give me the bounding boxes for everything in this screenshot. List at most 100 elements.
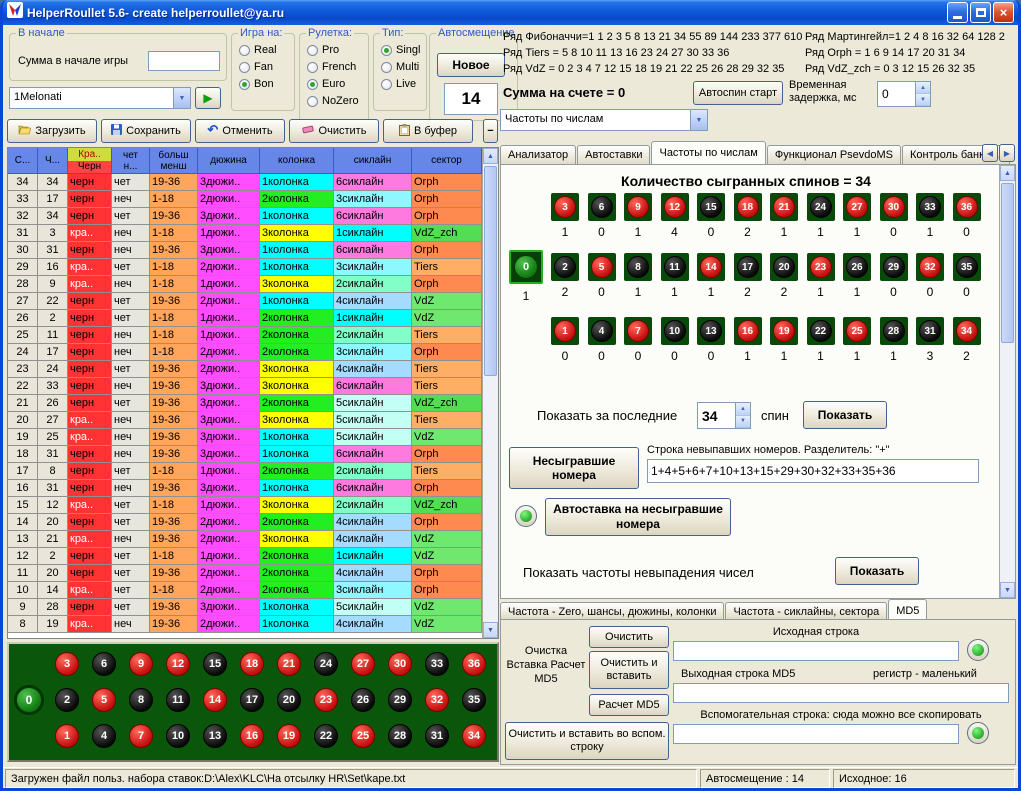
roulette-number-17[interactable]: 17: [737, 256, 759, 278]
play-button[interactable]: ▶: [195, 87, 221, 109]
table-row[interactable]: 2027кра..неч19-363дюжи..3колонка5сиклайн…: [8, 412, 498, 429]
roulette-number-35[interactable]: 35: [956, 256, 978, 278]
roulette-number-34[interactable]: 34: [956, 320, 978, 342]
autobet-missing-button[interactable]: Автоставка на несыгравшие номера: [545, 498, 731, 536]
freq-tile-7[interactable]: 7: [624, 317, 652, 345]
table-row[interactable]: 1631черннеч19-363дюжи..1колонка6сиклайнO…: [8, 480, 498, 497]
roulette-number-27[interactable]: 27: [351, 652, 375, 676]
roulette-number-31[interactable]: 31: [919, 320, 941, 342]
freq-tile-4[interactable]: 4: [588, 317, 616, 345]
roulette-number-26[interactable]: 26: [846, 256, 868, 278]
radio-Bon[interactable]: Bon: [239, 78, 294, 90]
freq-tile-21[interactable]: 21: [770, 193, 798, 221]
autospin-start-button[interactable]: Автоспин старт: [693, 81, 783, 105]
freq-tile-16[interactable]: 16: [734, 317, 762, 345]
scroll-thumb[interactable]: [1001, 183, 1014, 343]
bottom-tab-3[interactable]: MD5: [888, 599, 927, 619]
roulette-number-29[interactable]: 29: [883, 256, 905, 278]
radio-Live[interactable]: Live: [381, 78, 426, 90]
roulette-number-23[interactable]: 23: [810, 256, 832, 278]
roulette-number-2[interactable]: 2: [55, 688, 79, 712]
roulette-number-7[interactable]: 7: [627, 320, 649, 342]
roulette-number-29[interactable]: 29: [388, 688, 412, 712]
freq-tile-25[interactable]: 25: [843, 317, 871, 345]
copy-button[interactable]: В буфер: [383, 119, 473, 143]
table-row[interactable]: 122чернчет1-181дюжи..2колонка1сиклайнVdZ: [8, 548, 498, 565]
roulette-number-8[interactable]: 8: [627, 256, 649, 278]
roulette-number-14[interactable]: 14: [700, 256, 722, 278]
roulette-number-13[interactable]: 13: [203, 724, 227, 748]
delay-spinner-up[interactable]: ▲: [916, 82, 930, 94]
table-row[interactable]: 2324чернчет19-362дюжи..3колонка4сиклайнT…: [8, 361, 498, 378]
freq-tile-26[interactable]: 26: [843, 253, 871, 281]
table-row[interactable]: 2916кра..чет1-182дюжи..1колонка3сиклайнT…: [8, 259, 498, 276]
table-row[interactable]: 3317черннеч1-182дюжи..2колонка3сиклайнOr…: [8, 191, 498, 208]
roulette-number-33[interactable]: 33: [919, 196, 941, 218]
md5-clear-paste-aux-button[interactable]: Очистить и вставить во вспом. строку: [505, 722, 669, 760]
roulette-number-0[interactable]: 0: [16, 687, 42, 713]
table-row[interactable]: 1831черннеч19-363дюжи..1колонка6сиклайнO…: [8, 446, 498, 463]
radio-Multi[interactable]: Multi: [381, 61, 426, 73]
bottom-tab-1[interactable]: Частота - Zero, шансы, дюжины, колонки: [500, 602, 724, 619]
freq-tile-1[interactable]: 1: [551, 317, 579, 345]
freq-tile-2[interactable]: 2: [551, 253, 579, 281]
missing-numbers-button[interactable]: Несыгравшие номера: [509, 447, 639, 489]
show-last-spinner[interactable]: 34 ▲▼: [697, 402, 751, 429]
new-button[interactable]: Новое: [437, 53, 505, 77]
roulette-number-25[interactable]: 25: [351, 724, 375, 748]
roulette-number-19[interactable]: 19: [773, 320, 795, 342]
main-tab-2[interactable]: Автоставки: [577, 145, 650, 164]
freq-tile-23[interactable]: 23: [807, 253, 835, 281]
undo-button[interactable]: ↶Отменить: [195, 119, 285, 143]
md5-calc-button[interactable]: Расчет MD5: [589, 694, 669, 716]
freq-tile-33[interactable]: 33: [916, 193, 944, 221]
header-sixline[interactable]: сиклайн: [334, 148, 412, 174]
roulette-number-32[interactable]: 32: [425, 688, 449, 712]
roulette-number-34[interactable]: 34: [462, 724, 486, 748]
roulette-number-3[interactable]: 3: [554, 196, 576, 218]
roulette-number-1[interactable]: 1: [55, 724, 79, 748]
freq-tile-27[interactable]: 27: [843, 193, 871, 221]
roulette-number-24[interactable]: 24: [810, 196, 832, 218]
roulette-number-18[interactable]: 18: [737, 196, 759, 218]
freq-tile-31[interactable]: 31: [916, 317, 944, 345]
freq-tile-11[interactable]: 11: [661, 253, 689, 281]
roulette-number-5[interactable]: 5: [92, 688, 116, 712]
main-tab-4[interactable]: Функционал PsevdoMS: [767, 145, 901, 164]
roulette-number-26[interactable]: 26: [351, 688, 375, 712]
freq-tile-15[interactable]: 15: [697, 193, 725, 221]
roulette-number-17[interactable]: 17: [240, 688, 264, 712]
roulette-number-12[interactable]: 12: [664, 196, 686, 218]
table-row[interactable]: 1321кра..неч19-362дюжи..3колонка4сиклайн…: [8, 531, 498, 548]
roulette-number-20[interactable]: 20: [277, 688, 301, 712]
roulette-number-25[interactable]: 25: [846, 320, 868, 342]
chevron-down-icon[interactable]: ▼: [690, 110, 707, 130]
green-led-button[interactable]: [967, 722, 989, 744]
show-last-spinner-up[interactable]: ▲: [736, 403, 750, 416]
header-spin[interactable]: С...: [8, 148, 38, 174]
radio-Pro[interactable]: Pro: [307, 44, 368, 56]
table-row[interactable]: 178чернчет1-181дюжи..2колонка2сиклайнTie…: [8, 463, 498, 480]
table-row[interactable]: 1512кра..чет1-181дюжи..3колонка2сиклайнV…: [8, 497, 498, 514]
roulette-number-1[interactable]: 1: [554, 320, 576, 342]
header-range[interactable]: большменш: [150, 148, 198, 174]
freq-tile-9[interactable]: 9: [624, 193, 652, 221]
freq-tile-13[interactable]: 13: [697, 317, 725, 345]
roulette-number-32[interactable]: 32: [919, 256, 941, 278]
roulette-number-4[interactable]: 4: [591, 320, 613, 342]
freq-tile-30[interactable]: 30: [880, 193, 908, 221]
roulette-number-16[interactable]: 16: [737, 320, 759, 342]
roulette-number-10[interactable]: 10: [664, 320, 686, 342]
tab-scroll-right-button[interactable]: ▶: [999, 144, 1015, 162]
roulette-number-6[interactable]: 6: [591, 196, 613, 218]
roulette-number-27[interactable]: 27: [846, 196, 868, 218]
roulette-number-36[interactable]: 36: [956, 196, 978, 218]
freq-tile-0[interactable]: 0: [509, 250, 543, 284]
roulette-number-6[interactable]: 6: [92, 652, 116, 676]
freq-tile-18[interactable]: 18: [734, 193, 762, 221]
roulette-number-23[interactable]: 23: [314, 688, 338, 712]
freq-tile-10[interactable]: 10: [661, 317, 689, 345]
freq-tile-19[interactable]: 19: [770, 317, 798, 345]
tab-scroll-left-button[interactable]: ◀: [982, 144, 998, 162]
radio-NoZero[interactable]: NoZero: [307, 95, 368, 107]
